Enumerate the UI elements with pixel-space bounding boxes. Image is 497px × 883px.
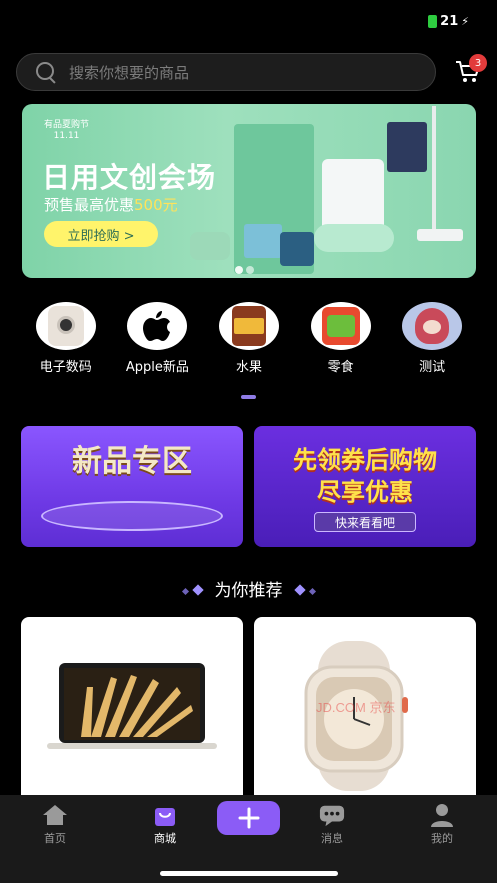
tab-label: 我的 — [431, 832, 453, 845]
banner-subtitle-amount: 500元 — [134, 196, 178, 214]
snack-image — [310, 302, 371, 350]
pagination-dot — [235, 266, 243, 274]
new-products-tile[interactable]: 新品专区 — [21, 426, 243, 547]
diamond-icon — [180, 579, 205, 598]
tab-shop[interactable]: 商城 — [130, 803, 200, 846]
apple-logo — [127, 302, 188, 350]
fruit-image — [218, 302, 279, 350]
tab-messages[interactable]: 消息 — [297, 803, 367, 846]
mop-image — [432, 106, 436, 236]
phone-image — [35, 302, 96, 350]
promo-title: 新品专区 — [72, 444, 192, 479]
battery-level: 21 — [440, 14, 459, 29]
category-label: Apple新品 — [125, 360, 189, 375]
category-label: 电子数码 — [39, 360, 92, 375]
home-indicator — [160, 871, 338, 876]
coupon-tile[interactable]: 先领券后购物 尽享优惠 快来看看吧 — [254, 426, 476, 547]
tab-bar: 首页 商城 消息 我的 — [0, 795, 497, 883]
category-row: 电子数码 Apple新品 水果 零食 测试 — [20, 302, 478, 375]
home-icon — [42, 803, 68, 827]
stage-image — [41, 501, 223, 531]
category-item[interactable]: 测试 — [386, 302, 478, 375]
search-input[interactable]: 搜索你想要的商品 — [16, 53, 436, 91]
category-item[interactable]: 电子数码 — [20, 302, 112, 375]
test-image — [402, 302, 463, 350]
section-heading: 为你推荐 — [0, 576, 497, 601]
banner-title: 日用文创会场 — [42, 161, 217, 194]
tab-label: 首页 — [44, 832, 66, 845]
tab-profile[interactable]: 我的 — [407, 803, 477, 846]
shop-icon — [152, 803, 178, 827]
promo-title: 先领券后购物 尽享优惠 — [254, 444, 476, 508]
banner-tag-line: 11.11 — [53, 131, 80, 141]
cube-image — [244, 224, 282, 258]
charging-icon: ⚡ — [461, 15, 469, 28]
banner-tag-line: 有品夏购节 — [44, 120, 90, 130]
promo-title-line: 尽享优惠 — [317, 478, 413, 506]
purifier-image — [322, 159, 384, 231]
banner-subtitle: 预售最高优惠500元 — [44, 194, 178, 215]
tab-home[interactable]: 首页 — [20, 803, 90, 846]
category-item[interactable]: 零食 — [295, 302, 387, 375]
book-image — [387, 122, 427, 172]
tape-image — [190, 232, 230, 260]
category-item[interactable]: Apple新品 — [112, 302, 204, 375]
section-title: 为你推荐 — [214, 581, 283, 601]
search-icon — [35, 61, 57, 83]
laptop-image — [47, 663, 217, 749]
cart-badge: 3 — [469, 54, 487, 72]
category-label: 零食 — [327, 360, 354, 375]
user-icon — [429, 803, 455, 827]
tab-label: 消息 — [321, 832, 343, 845]
banner-decor — [314, 224, 394, 252]
search-placeholder: 搜索你想要的商品 — [69, 63, 190, 82]
mop-head-image — [417, 229, 463, 241]
category-page-indicator — [241, 395, 256, 399]
buy-now-button[interactable]: 立即抢购 > — [44, 221, 158, 247]
product-card[interactable] — [21, 617, 243, 797]
hero-banner[interactable]: 有品夏购节 11.11 日用文创会场 预售最高优惠500元 立即抢购 > — [22, 104, 476, 278]
cup-image — [280, 232, 314, 266]
message-icon — [319, 803, 345, 827]
see-more-button[interactable]: 快来看看吧 — [314, 512, 416, 532]
tab-label: 商城 — [154, 832, 176, 845]
add-button[interactable] — [217, 801, 280, 835]
category-label: 测试 — [419, 360, 446, 375]
plus-icon — [238, 807, 259, 829]
diamond-icon — [293, 579, 318, 598]
jd-watermark: JD.COM 京东 — [316, 700, 396, 715]
category-label: 水果 — [235, 360, 262, 375]
cart-button[interactable]: 3 — [455, 54, 487, 86]
banner-pagination — [235, 266, 254, 274]
battery-icon — [428, 15, 438, 28]
pagination-dot — [246, 266, 254, 274]
promo-title-line: 先领券后购物 — [293, 446, 437, 474]
status-bar: 21 ⚡ — [428, 14, 469, 29]
product-card[interactable]: JD.COM 京东 — [254, 617, 476, 797]
banner-subtitle-text: 预售最高优惠 — [44, 196, 135, 214]
category-item[interactable]: 水果 — [203, 302, 295, 375]
banner-tag: 有品夏购节 11.11 — [44, 120, 89, 142]
